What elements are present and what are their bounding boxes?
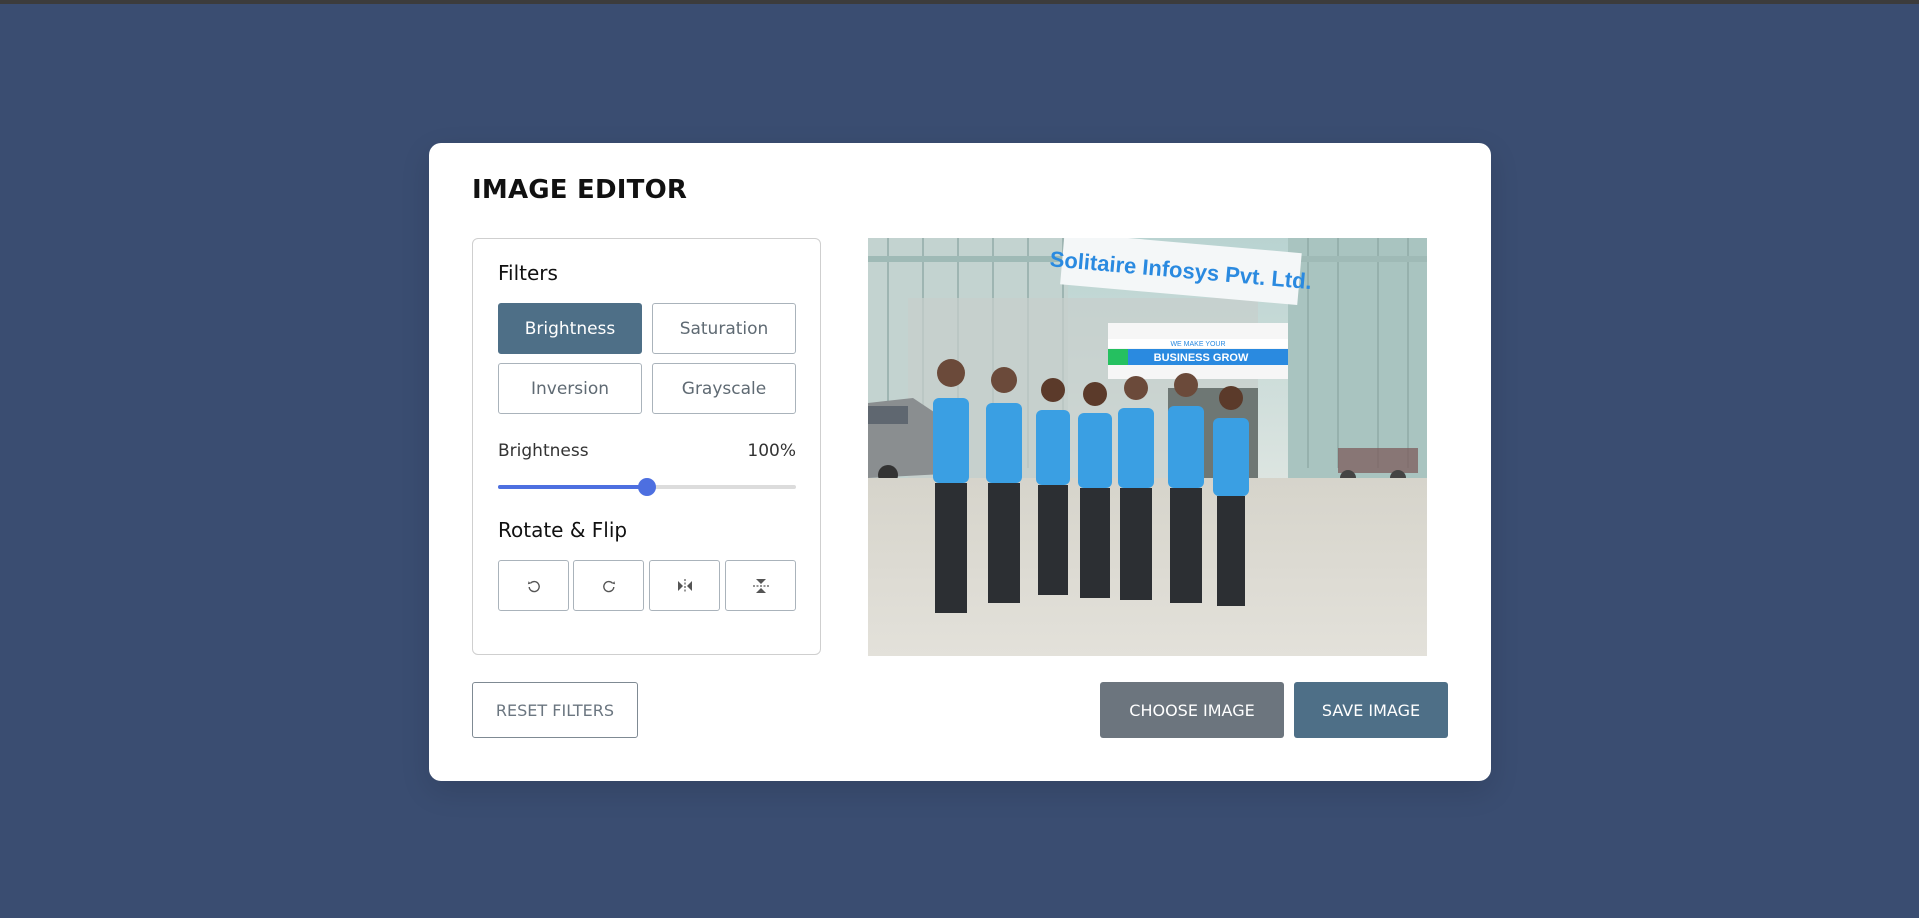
save-image-button[interactable]: SAVE IMAGE [1294, 682, 1448, 738]
filter-saturation-button[interactable]: Saturation [652, 303, 796, 354]
filters-heading: Filters [498, 261, 558, 285]
filter-grayscale-button[interactable]: Grayscale [652, 363, 796, 414]
brightness-slider[interactable] [498, 478, 796, 496]
rotate-right-icon [602, 580, 615, 592]
banner-small-text: WE MAKE YOUR [1170, 341, 1225, 348]
rotate-flip-heading: Rotate & Flip [498, 518, 628, 542]
choose-image-button[interactable]: CHOOSE IMAGE [1100, 682, 1284, 738]
image-editor-card: IMAGE EDITOR Filters Brightness Saturati… [429, 143, 1491, 781]
page-title: IMAGE EDITOR [472, 175, 688, 205]
slider-value: 100% [747, 441, 796, 461]
filter-inversion-button[interactable]: Inversion [498, 363, 642, 414]
window-top-border [0, 0, 1919, 4]
rotate-left-button[interactable] [498, 560, 569, 611]
rotate-left-icon [527, 580, 540, 592]
flip-horizontal-icon [677, 578, 692, 593]
flip-vertical-icon [752, 578, 769, 593]
filter-brightness-button[interactable]: Brightness [498, 303, 642, 354]
reset-filters-button[interactable]: RESET FILTERS [472, 682, 638, 738]
banner-big-text: BUSINESS GROW [1154, 352, 1249, 364]
slider-thumb[interactable] [638, 478, 656, 496]
flip-horizontal-button[interactable] [649, 560, 720, 611]
slider-label: Brightness [498, 441, 589, 461]
rotate-right-button[interactable] [573, 560, 644, 611]
preview-image: Solitaire Infosys Pvt. Ltd. WE MAKE YOUR… [868, 238, 1427, 656]
slider-fill [498, 485, 647, 489]
flip-vertical-button[interactable] [725, 560, 796, 611]
controls-panel: Filters Brightness Saturation Inversion … [472, 238, 821, 655]
slider-info: Brightness 100% [498, 441, 796, 461]
